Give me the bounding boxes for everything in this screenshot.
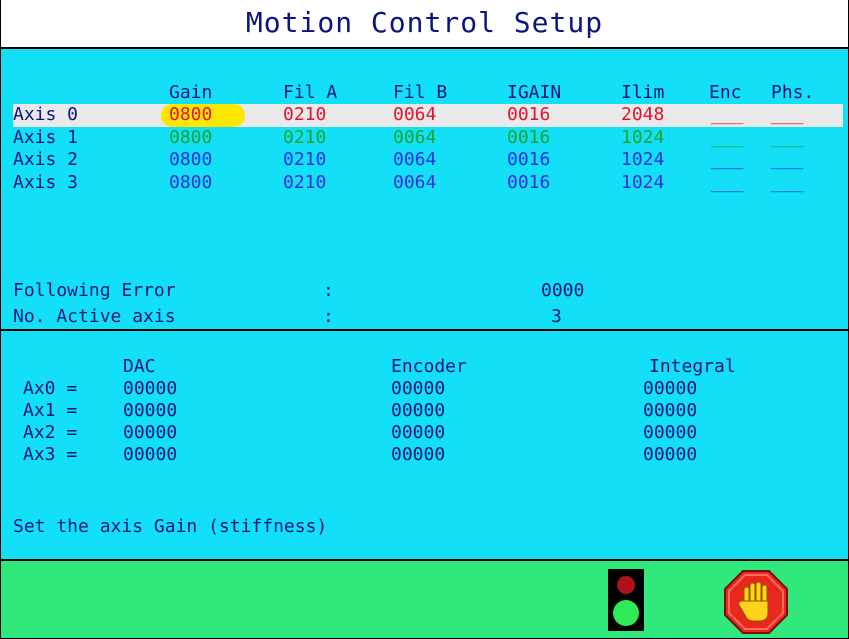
axis-3-ilim-value[interactable]: 1024 — [621, 172, 664, 194]
axis-1-igain-value[interactable]: 0016 — [507, 127, 550, 149]
axis-1-ilim-value[interactable]: 1024 — [621, 127, 664, 149]
monitor-ax2-dac: 00000 — [123, 422, 178, 443]
axis-1-enc-value[interactable]: ___ — [711, 127, 744, 149]
axis-2-phs-value[interactable]: ___ — [771, 149, 804, 171]
following-error-sep: : — [323, 280, 334, 301]
header-gain: Gain — [169, 82, 213, 103]
monitor-row-label: Ax2 = — [23, 422, 78, 443]
axis-3-fila-value[interactable]: 0210 — [283, 172, 326, 194]
title-bar: Motion Control Setup — [1, 0, 848, 47]
monitor-ax2-integral: 00000 — [643, 422, 698, 443]
monitor-ax1-integral: 00000 — [643, 400, 698, 421]
monitor-row-label: Ax3 = — [23, 444, 78, 465]
help-text: Set the axis Gain (stiffness) — [13, 516, 328, 537]
axis-0-gain-value[interactable]: 0800 — [169, 104, 212, 126]
axis-0-igain-value[interactable]: 0016 — [507, 104, 550, 126]
axis-0-enc-value[interactable]: ___ — [711, 104, 744, 126]
window-title: Motion Control Setup — [245, 6, 604, 39]
axis-row-label: Axis 2 — [13, 149, 79, 170]
axis-3-igain-value[interactable]: 0016 — [507, 172, 550, 194]
following-error-value[interactable]: 0000 — [541, 280, 584, 302]
motion-control-screen: Motion Control Setup Gain Fil A Fil B IG… — [0, 0, 849, 639]
monitor-ax0-encoder: 00000 — [391, 378, 446, 399]
active-axis-value[interactable]: 3 — [551, 306, 562, 328]
axis-1-filb-value[interactable]: 0064 — [393, 127, 436, 149]
axis-2-enc-value[interactable]: ___ — [711, 149, 744, 171]
axis-1-fila-value[interactable]: 0210 — [283, 127, 326, 149]
monitor-ax2-encoder: 00000 — [391, 422, 446, 443]
axis-row-label: Axis 0 — [13, 104, 79, 125]
axis-row-label: Axis 1 — [13, 126, 79, 148]
axis-row-label: Axis 3 — [13, 171, 79, 193]
monitor-ax0-dac: 00000 — [123, 378, 178, 399]
axis-2-igain-value[interactable]: 0016 — [507, 149, 550, 171]
active-axis-label: No. Active axis — [13, 306, 176, 327]
monitor-header-encoder: Encoder — [391, 356, 467, 377]
axis-2-gain-value[interactable]: 0800 — [169, 149, 212, 171]
axis-3-gain-value[interactable]: 0800 — [169, 172, 212, 194]
axis-0-ilim-value[interactable]: 2048 — [621, 104, 664, 126]
header-enc: Enc — [709, 82, 742, 103]
monitor-ax3-encoder: 00000 — [391, 444, 446, 465]
following-error-label: Following Error — [13, 280, 176, 301]
axis-2-ilim-value[interactable]: 1024 — [621, 149, 664, 171]
axis-2-filb-value[interactable]: 0064 — [393, 149, 436, 171]
stop-hand-icon[interactable] — [723, 569, 789, 635]
monitor-ax0-integral: 00000 — [643, 378, 698, 399]
axis-1-gain-value[interactable]: 0800 — [169, 127, 212, 149]
header-phs: Phs. — [771, 82, 815, 103]
active-axis-sep: : — [323, 306, 334, 327]
traffic-light-icon[interactable] — [604, 569, 648, 631]
monitor-ax1-dac: 00000 — [123, 400, 178, 421]
header-fil-a: Fil A — [283, 82, 338, 103]
monitor-ax3-dac: 00000 — [123, 444, 178, 465]
header-ilim: Ilim — [621, 82, 665, 103]
axis-3-filb-value[interactable]: 0064 — [393, 172, 436, 194]
header-igain: IGAIN — [507, 82, 562, 103]
axis-0-fila-value[interactable]: 0210 — [283, 104, 326, 126]
monitor-ax1-encoder: 00000 — [391, 400, 446, 421]
axis-2-fila-value[interactable]: 0210 — [283, 149, 326, 171]
axis-0-filb-value[interactable]: 0064 — [393, 104, 436, 126]
axis-1-phs-value[interactable]: ___ — [771, 127, 804, 149]
axis-3-enc-value[interactable]: ___ — [711, 172, 744, 194]
axis-0-phs-value[interactable]: ___ — [771, 104, 804, 126]
header-fil-b: Fil B — [393, 82, 448, 103]
monitor-ax3-integral: 00000 — [643, 444, 698, 465]
monitor-row-label: Ax1 = — [23, 400, 78, 421]
footer-bar — [1, 561, 848, 638]
monitor-header-integral: Integral — [649, 356, 736, 377]
axis-3-phs-value[interactable]: ___ — [771, 172, 804, 194]
monitor-header-dac: DAC — [123, 356, 156, 377]
monitor-row-label: Ax0 = — [23, 378, 78, 399]
